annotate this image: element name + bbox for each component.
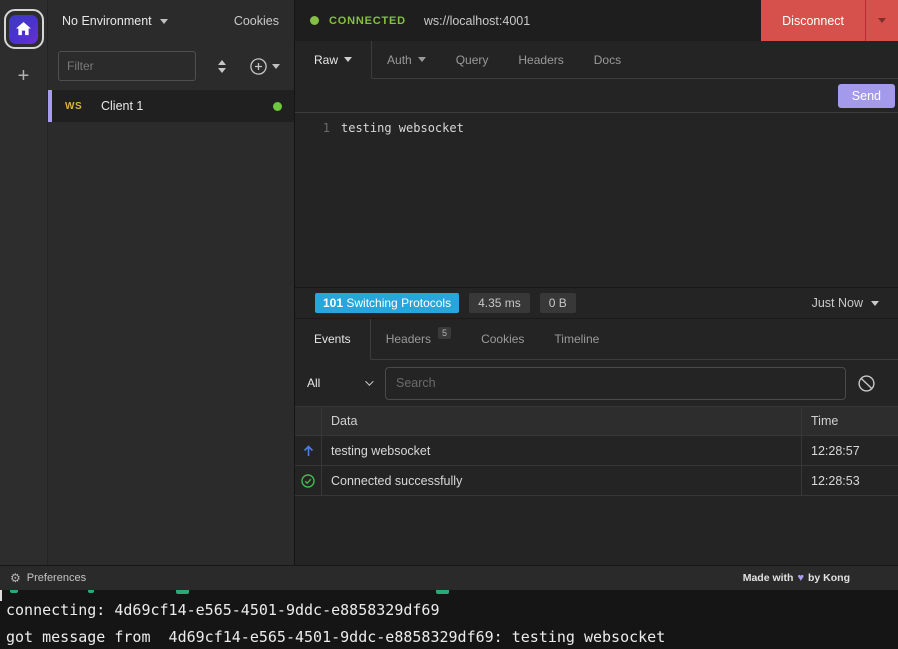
empty-area [295,496,898,565]
response-status-bar: 101 Switching Protocols 4.35 ms 0 B Just… [295,287,898,318]
cookies-link[interactable]: Cookies [234,14,279,28]
event-time: 12:28:53 [802,466,898,495]
create-request-button[interactable] [250,58,282,75]
column-icon [295,407,322,435]
tab-raw[interactable]: Raw [295,41,372,79]
send-row: Send [295,79,898,113]
home-button[interactable] [4,9,44,49]
chevron-down-icon [878,18,886,23]
tab-auth[interactable]: Auth [372,41,441,79]
chevron-down-icon [344,57,352,62]
table-row[interactable]: testing websocket 12:28:57 [295,436,898,466]
clear-events-button[interactable] [846,375,886,392]
insomnia-app-window: + No Environment Cookies [0,0,898,649]
event-data: Connected successfully [322,466,802,495]
sort-down-icon [218,68,226,73]
disconnect-label: Disconnect [761,0,865,41]
environment-bar: No Environment Cookies [48,0,294,42]
client-name: Client 1 [101,99,143,113]
tab-docs[interactable]: Docs [579,41,636,79]
event-time: 12:28:57 [802,436,898,465]
client-list-item[interactable]: WS Client 1 [48,90,294,122]
connection-bar: CONNECTED ws://localhost:4001 Disconnect [295,0,898,41]
headers-count-badge: 5 [438,327,451,339]
response-tabs: Events Headers 5 Cookies Timeline [295,318,898,360]
terminal-clipped-line [436,590,449,594]
response-history-dropdown[interactable]: Just Now [812,296,884,310]
message-editor[interactable]: 1 testing websocket [295,113,898,287]
connected-label: CONNECTED [329,15,406,27]
heart-icon: ♥ [797,572,804,584]
column-data: Data [322,407,802,435]
status-code-badge: 101 Switching Protocols [315,293,459,313]
workbench: + No Environment Cookies [0,0,898,565]
table-row[interactable]: Connected successfully 12:28:53 [295,466,898,496]
sidebar-filter-row [48,42,294,90]
tabs-filler [614,319,898,360]
sort-button[interactable] [218,60,226,73]
line-number: 1 [295,119,341,287]
terminal-line: connecting: 4d69cf14-e565-4501-9ddc-e885… [0,597,898,624]
tab-events[interactable]: Events [295,319,371,360]
events-filter-row: All [295,360,898,406]
preferences-button[interactable]: ⚙ Preferences [10,571,86,585]
events-table: Data Time testing websocket 12:28:57 [295,406,898,496]
arrow-up-icon [303,445,314,457]
tab-response-headers[interactable]: Headers 5 [371,319,466,360]
plus-circle-icon [250,58,267,75]
event-data: testing websocket [322,436,802,465]
terminal-clipped-line [176,590,189,594]
duration-badge: 4.35 ms [469,293,530,313]
disconnect-dropdown[interactable] [865,0,898,41]
tab-cookies[interactable]: Cookies [466,319,539,360]
tab-headers[interactable]: Headers [503,41,578,79]
client-online-dot [273,102,282,111]
add-workspace-button[interactable]: + [18,66,30,86]
ban-icon [858,375,875,392]
editor-content[interactable]: testing websocket [341,119,464,287]
connected-status-dot [310,16,319,25]
disconnect-button[interactable]: Disconnect [761,0,898,41]
sidebar: No Environment Cookies [48,0,295,565]
chevron-down-icon [272,64,280,69]
gear-icon: ⚙ [10,571,21,585]
send-button[interactable]: Send [838,84,895,108]
main-pane: CONNECTED ws://localhost:4001 Disconnect… [295,0,898,565]
sort-up-icon [218,60,226,65]
terminal-clipped-line [10,590,18,593]
terminal-clipped-line [88,590,94,593]
request-tabs: Raw Auth Query Headers Docs [295,41,898,79]
chevron-down-icon [365,377,373,385]
filter-input[interactable] [58,51,196,81]
terminal[interactable]: connecting: 4d69cf14-e565-4501-9ddc-e885… [0,590,898,649]
kong-credit: Made with ♥ by Kong [743,572,888,584]
terminal-line: got message from 4d69cf14-e565-4501-9ddc… [0,624,898,649]
status-footer: ⚙ Preferences Made with ♥ by Kong [0,565,898,590]
check-circle-icon [301,474,315,488]
event-type-filter[interactable]: All [305,376,377,390]
ws-protocol-badge: WS [65,101,97,112]
home-icon [9,15,38,44]
house-icon [16,22,31,36]
tabs-filler [636,41,898,79]
tab-query[interactable]: Query [441,41,504,79]
column-time: Time [802,407,898,435]
preferences-label: Preferences [27,572,86,584]
chevron-down-icon [160,19,168,24]
chevron-down-icon [871,301,879,306]
websocket-url: ws://localhost:4001 [424,14,530,28]
tab-timeline[interactable]: Timeline [539,319,614,360]
environment-selector[interactable]: No Environment [62,14,168,28]
left-rail: + [0,0,48,565]
table-header: Data Time [295,406,898,436]
chevron-down-icon [418,57,426,62]
search-input[interactable] [385,367,846,400]
environment-label: No Environment [62,14,152,28]
size-badge: 0 B [540,293,576,313]
terminal-clipped-char [0,590,2,601]
